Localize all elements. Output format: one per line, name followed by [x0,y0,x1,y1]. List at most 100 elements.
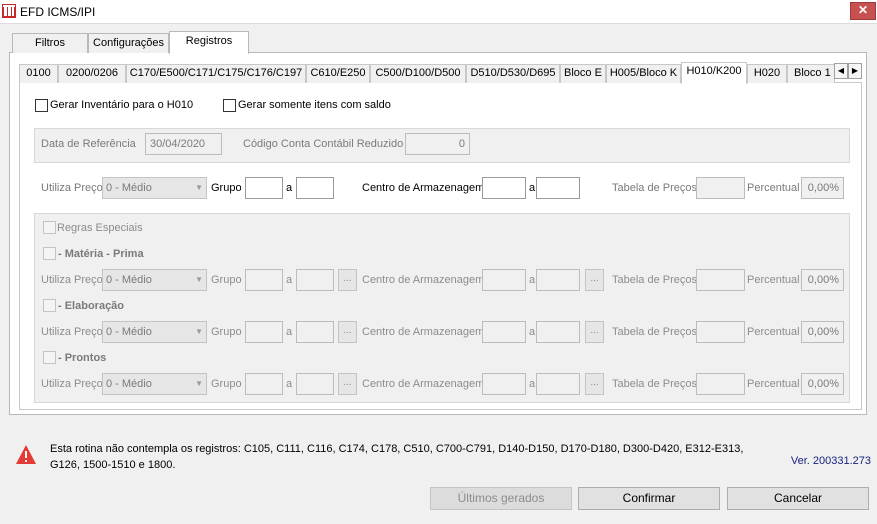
subtab-bloco-1[interactable]: Bloco 1 [787,64,835,83]
subtab-h020[interactable]: H020 [747,64,787,83]
prontos-grupo-from[interactable] [245,373,283,395]
regras-especiais-label: Regras Especiais [57,222,143,234]
elaboracao-grupo-from[interactable] [245,321,283,343]
utiliza-preco-select[interactable]: 0 - Médio ▼ [102,177,207,199]
prontos-checkbox[interactable] [43,351,56,364]
subtab-label: H010/K200 [686,65,742,77]
tabela-precos-label: Tabela de Preços [612,182,697,194]
percentual-label: Percentual [747,182,800,194]
close-button[interactable]: ✕ [850,2,876,20]
confirmar-button[interactable]: Confirmar [578,487,720,510]
subtab-h010-k200[interactable]: H010/K200 [681,62,747,84]
conta-contabil-field[interactable]: 0 [405,133,470,155]
elaboracao-preco-select[interactable]: 0 - Médio ▼ [102,321,207,343]
chevron-right-icon: ▶ [851,66,859,75]
tab-label: Filtros [35,37,65,49]
prontos-preco-select[interactable]: 0 - Médio ▼ [102,373,207,395]
centro-to-input[interactable] [536,177,580,199]
subtab-label: C610/E250 [310,67,366,79]
percentual-label: Percentual [747,274,800,286]
tab-label: Registros [185,35,233,47]
subtab-c610-e250[interactable]: C610/E250 [306,64,370,83]
prontos-centro-to[interactable] [536,373,580,395]
grupo-to-input[interactable] [296,177,334,199]
prontos-percentual-input[interactable]: 0,00% [801,373,844,395]
grupo-label: Grupo [211,274,242,286]
centro-from-input[interactable] [482,177,526,199]
materia-prima-centro-from[interactable] [482,269,526,291]
elaboracao-tabela-input[interactable] [696,321,745,343]
tabela-precos-label: Tabela de Preços [612,274,697,286]
subtab-label: D510/D530/D695 [470,67,556,79]
tabela-precos-label: Tabela de Preços [612,378,697,390]
materia-prima-preco-select[interactable]: 0 - Médio ▼ [102,269,207,291]
tab-registros[interactable]: Registros [169,31,249,54]
prontos-grupo-lookup-button[interactable]: ... [338,373,357,395]
prontos-centro-lookup-button[interactable]: ... [585,373,604,395]
a-label: a [529,378,536,390]
chevron-down-icon: ▼ [195,275,203,284]
data-referencia-field[interactable]: 30/04/2020 [145,133,222,155]
prontos-centro-from[interactable] [482,373,526,395]
chevron-down-icon: ▼ [195,379,203,388]
warning-message: Esta rotina não contempla os registros: … [50,441,750,473]
subtab-label: C500/D100/D500 [375,67,461,79]
ultimos-gerados-button[interactable]: Últimos gerados [430,487,572,510]
a-label: a [529,182,536,194]
grupo-label: Grupo [211,326,242,338]
grupo-from-input[interactable] [245,177,283,199]
subtab-d510-d530-d695[interactable]: D510/D530/D695 [466,64,560,83]
select-value: 0 - Médio [106,378,152,390]
materia-prima-checkbox[interactable] [43,247,56,260]
elaboracao-grupo-lookup-button[interactable]: ... [338,321,357,343]
materia-prima-grupo-from[interactable] [245,269,283,291]
grupo-label: Grupo [211,378,242,390]
subtab-0100[interactable]: 0100 [19,64,58,83]
regras-especiais-checkbox[interactable] [43,221,56,234]
subtab-c500-d100-d500[interactable]: C500/D100/D500 [370,64,466,83]
tab-scroll-right-button[interactable]: ▶ [848,63,862,79]
a-label: a [529,274,536,286]
gerar-somente-saldo-checkbox[interactable] [223,99,236,112]
warning-message-line2: G126, 1500-1510 e 1800. [50,459,176,471]
percentual-input[interactable]: 0,00% [801,177,844,199]
tab-configuracoes[interactable]: Configurações [88,33,169,53]
gerar-inventario-checkbox[interactable] [35,99,48,112]
tabela-precos-input[interactable] [696,177,745,199]
elaboracao-centro-lookup-button[interactable]: ... [585,321,604,343]
elaboracao-checkbox[interactable] [43,299,56,312]
materia-prima-centro-lookup-button[interactable]: ... [585,269,604,291]
materia-prima-percentual-input[interactable]: 0,00% [801,269,844,291]
select-value: 0 - Médio [106,326,152,338]
elaboracao-centro-to[interactable] [536,321,580,343]
prontos-grupo-to[interactable] [296,373,334,395]
subtab-bloco-e[interactable]: Bloco E [560,64,606,83]
tab-filtros[interactable]: Filtros [12,33,88,53]
subtab-0200-0206[interactable]: 0200/0206 [58,64,126,83]
a-label: a [286,274,293,286]
subtab-label: Bloco E [564,67,602,79]
materia-prima-tabela-input[interactable] [696,269,745,291]
chevron-down-icon: ▼ [195,183,203,192]
cancelar-button[interactable]: Cancelar [727,487,869,510]
elaboracao-grupo-to[interactable] [296,321,334,343]
subtab-h005-bloco-k[interactable]: H005/Bloco K [606,64,681,83]
utiliza-preco-label: Utiliza Preço [41,182,103,194]
elaboracao-centro-from[interactable] [482,321,526,343]
a-label: a [529,326,536,338]
materia-prima-grupo-lookup-button[interactable]: ... [338,269,357,291]
elaboracao-title: - Elaboração [58,300,125,312]
tab-scroll-left-button[interactable]: ◀ [834,63,848,79]
materia-prima-centro-to[interactable] [536,269,580,291]
prontos-tabela-input[interactable] [696,373,745,395]
window-title: EFD ICMS/IPI [20,5,96,19]
subtab-label: H020 [753,67,781,79]
subtab-c170[interactable]: C170/E500/C171/C175/C176/C197 [126,64,306,83]
elaboracao-percentual-input[interactable]: 0,00% [801,321,844,343]
materia-prima-grupo-to[interactable] [296,269,334,291]
tab-label: Configurações [93,37,164,49]
centro-armazenagem-label: Centro de Armazenagem [362,182,485,194]
select-value: 0 - Médio [106,274,152,286]
centro-armazenagem-label: Centro de Armazenagem [362,274,485,286]
version-label: Ver. 200331.273 [790,455,871,467]
